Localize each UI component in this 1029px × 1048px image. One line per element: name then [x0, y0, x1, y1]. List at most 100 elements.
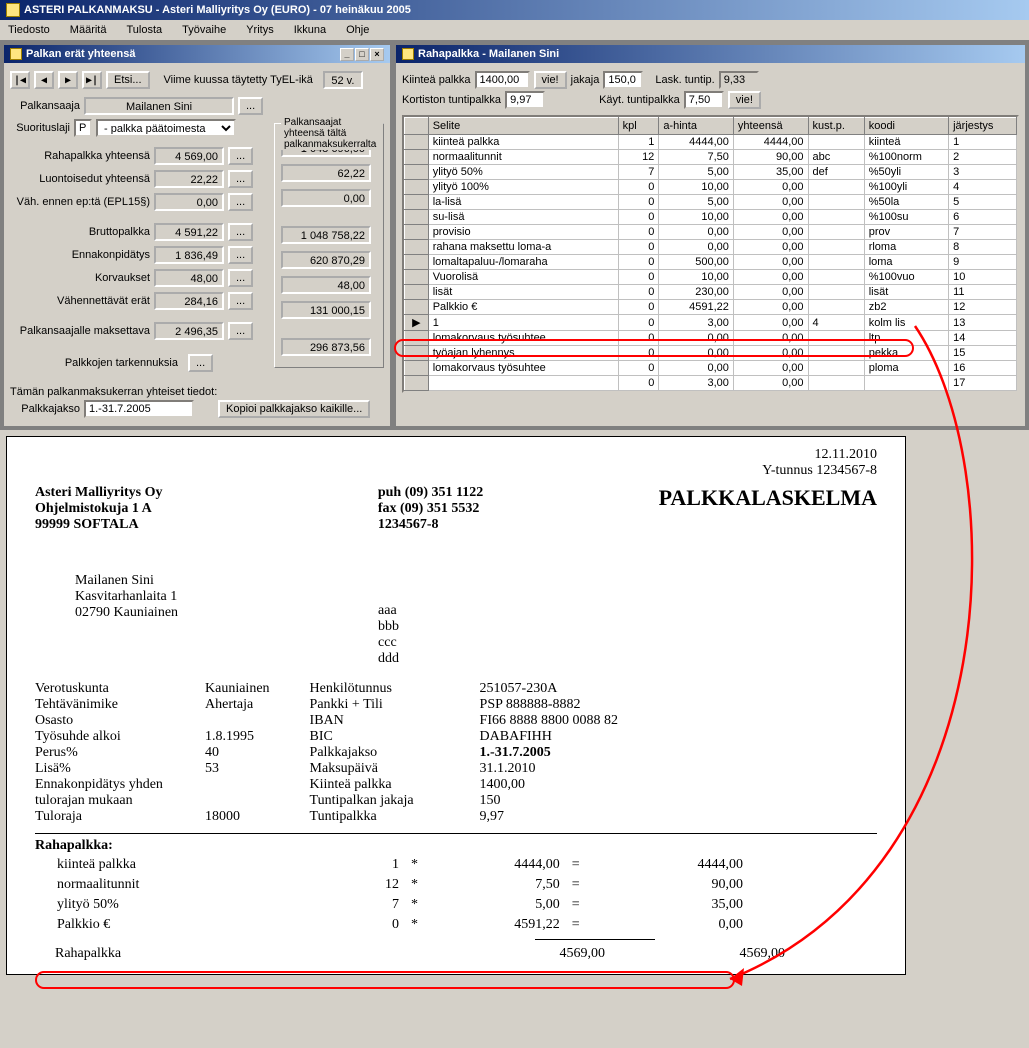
- grid-row[interactable]: Vuorolisä 0 10,00 0,00 %100vuo 10: [405, 270, 1017, 285]
- cell-kustp[interactable]: [808, 300, 864, 315]
- nav-last[interactable]: ▶|: [82, 71, 102, 89]
- cell-kpl[interactable]: 0: [618, 270, 659, 285]
- grid-rahapalkka[interactable]: Selitekpla-hintayhteensäkust.p.koodijärj…: [402, 115, 1019, 393]
- grid-row[interactable]: lomakorvaus työsuhtee 0 0,00 0,00 ploma …: [405, 361, 1017, 376]
- cell-kustp[interactable]: [808, 346, 864, 361]
- cell-kpl[interactable]: 0: [618, 376, 659, 391]
- grid-row[interactable]: lisät 0 230,00 0,00 lisät 11: [405, 285, 1017, 300]
- cell-kpl[interactable]: 0: [618, 225, 659, 240]
- cell-yhteensa[interactable]: 35,00: [733, 165, 808, 180]
- cell-koodi[interactable]: ploma: [864, 361, 948, 376]
- cell-jarjestys[interactable]: 17: [949, 376, 1017, 391]
- cell-kpl[interactable]: 7: [618, 165, 659, 180]
- cell-kustp[interactable]: [808, 255, 864, 270]
- cell-selite[interactable]: rahana maksettu loma-a: [428, 240, 618, 255]
- cell-yhteensa[interactable]: 0,00: [733, 210, 808, 225]
- cell-selite[interactable]: su-lisä: [428, 210, 618, 225]
- jakaja-input[interactable]: [603, 71, 643, 89]
- palkkojen-tarkennuksia-button[interactable]: ...: [188, 354, 213, 372]
- cell-ahinta[interactable]: 230,00: [659, 285, 734, 300]
- grid-header[interactable]: yhteensä: [733, 118, 808, 135]
- palkkajakso-input[interactable]: [84, 400, 194, 418]
- cell-koodi[interactable]: pekka: [864, 346, 948, 361]
- grid-row[interactable]: työajan lyhennys 0 0,00 0,00 pekka 15: [405, 346, 1017, 361]
- cell-kustp[interactable]: [808, 270, 864, 285]
- grid-row[interactable]: kiinteä palkka 1 4444,00 4444,00 kiinteä…: [405, 135, 1017, 150]
- menu-maarita[interactable]: Määritä: [66, 22, 111, 38]
- cell-kpl[interactable]: 1: [618, 135, 659, 150]
- cell-jarjestys[interactable]: 12: [949, 300, 1017, 315]
- cell-koodi[interactable]: prov: [864, 225, 948, 240]
- palkansaaja-picker[interactable]: ...: [238, 97, 263, 115]
- kiintea-input[interactable]: [475, 71, 530, 89]
- cell-jarjestys[interactable]: 10: [949, 270, 1017, 285]
- cell-ahinta[interactable]: 0,00: [659, 361, 734, 376]
- summary-edit-button[interactable]: ...: [228, 223, 253, 241]
- grid-row[interactable]: provisio 0 0,00 0,00 prov 7: [405, 225, 1017, 240]
- cell-selite[interactable]: Palkkio €: [428, 300, 618, 315]
- cell-kustp[interactable]: [808, 285, 864, 300]
- cell-yhteensa[interactable]: 0,00: [733, 255, 808, 270]
- grid-row[interactable]: ylityö 50% 7 5,00 35,00 def %50yli 3: [405, 165, 1017, 180]
- vie-button-1[interactable]: vie!: [534, 71, 567, 89]
- cell-yhteensa[interactable]: 0,00: [733, 300, 808, 315]
- cell-kustp[interactable]: [808, 195, 864, 210]
- cell-yhteensa[interactable]: 90,00: [733, 150, 808, 165]
- cell-selite[interactable]: Vuorolisä: [428, 270, 618, 285]
- cell-koodi[interactable]: [864, 376, 948, 391]
- grid-header[interactable]: Selite: [428, 118, 618, 135]
- cell-koodi[interactable]: %50la: [864, 195, 948, 210]
- cell-jarjestys[interactable]: 7: [949, 225, 1017, 240]
- cell-ahinta[interactable]: 3,00: [659, 376, 734, 391]
- grid-header[interactable]: kpl: [618, 118, 659, 135]
- summary-edit-button[interactable]: ...: [228, 193, 253, 211]
- cell-selite[interactable]: lomaltapaluu-/lomaraha: [428, 255, 618, 270]
- cell-jarjestys[interactable]: 4: [949, 180, 1017, 195]
- cell-kpl[interactable]: 0: [618, 180, 659, 195]
- cell-selite[interactable]: ylityö 100%: [428, 180, 618, 195]
- kayt-tuntip-input[interactable]: [684, 91, 724, 109]
- cell-jarjestys[interactable]: 11: [949, 285, 1017, 300]
- cell-ahinta[interactable]: 500,00: [659, 255, 734, 270]
- nav-next[interactable]: ▶: [58, 71, 78, 89]
- cell-ahinta[interactable]: 10,00: [659, 180, 734, 195]
- cell-selite[interactable]: lomakorvaus työsuhtee: [428, 361, 618, 376]
- cell-koodi[interactable]: %100su: [864, 210, 948, 225]
- grid-row[interactable]: ▶ 1 0 3,00 0,00 4 kolm lis 13: [405, 315, 1017, 331]
- cell-jarjestys[interactable]: 14: [949, 331, 1017, 346]
- summary-edit-button[interactable]: ...: [228, 246, 253, 264]
- cell-ahinta[interactable]: 10,00: [659, 210, 734, 225]
- cell-koodi[interactable]: %100yli: [864, 180, 948, 195]
- cell-jarjestys[interactable]: 5: [949, 195, 1017, 210]
- cell-kustp[interactable]: [808, 361, 864, 376]
- cell-jarjestys[interactable]: 8: [949, 240, 1017, 255]
- cell-jarjestys[interactable]: 1: [949, 135, 1017, 150]
- summary-edit-button[interactable]: ...: [228, 269, 253, 287]
- cell-ahinta[interactable]: 7,50: [659, 150, 734, 165]
- grid-row[interactable]: lomaltapaluu-/lomaraha 0 500,00 0,00 lom…: [405, 255, 1017, 270]
- cell-yhteensa[interactable]: 0,00: [733, 225, 808, 240]
- cell-yhteensa[interactable]: 0,00: [733, 361, 808, 376]
- cell-kpl[interactable]: 0: [618, 315, 659, 331]
- cell-yhteensa[interactable]: 0,00: [733, 331, 808, 346]
- grid-header[interactable]: järjestys: [949, 118, 1017, 135]
- menu-ikkuna[interactable]: Ikkuna: [290, 22, 330, 38]
- grid-row[interactable]: la-lisä 0 5,00 0,00 %50la 5: [405, 195, 1017, 210]
- cell-kustp[interactable]: 4: [808, 315, 864, 331]
- cell-ahinta[interactable]: 0,00: [659, 225, 734, 240]
- cell-koodi[interactable]: %50yli: [864, 165, 948, 180]
- cell-jarjestys[interactable]: 3: [949, 165, 1017, 180]
- cell-selite[interactable]: lisät: [428, 285, 618, 300]
- kortiston-input[interactable]: [505, 91, 545, 109]
- cell-jarjestys[interactable]: 2: [949, 150, 1017, 165]
- cell-yhteensa[interactable]: 0,00: [733, 376, 808, 391]
- grid-row[interactable]: 0 3,00 0,00 17: [405, 376, 1017, 391]
- cell-ahinta[interactable]: 4591,22: [659, 300, 734, 315]
- cell-ahinta[interactable]: 10,00: [659, 270, 734, 285]
- summary-edit-button[interactable]: ...: [228, 322, 253, 340]
- cell-koodi[interactable]: lisät: [864, 285, 948, 300]
- menu-ohje[interactable]: Ohje: [342, 22, 373, 38]
- cell-yhteensa[interactable]: 0,00: [733, 346, 808, 361]
- grid-row[interactable]: su-lisä 0 10,00 0,00 %100su 6: [405, 210, 1017, 225]
- cell-koodi[interactable]: %100vuo: [864, 270, 948, 285]
